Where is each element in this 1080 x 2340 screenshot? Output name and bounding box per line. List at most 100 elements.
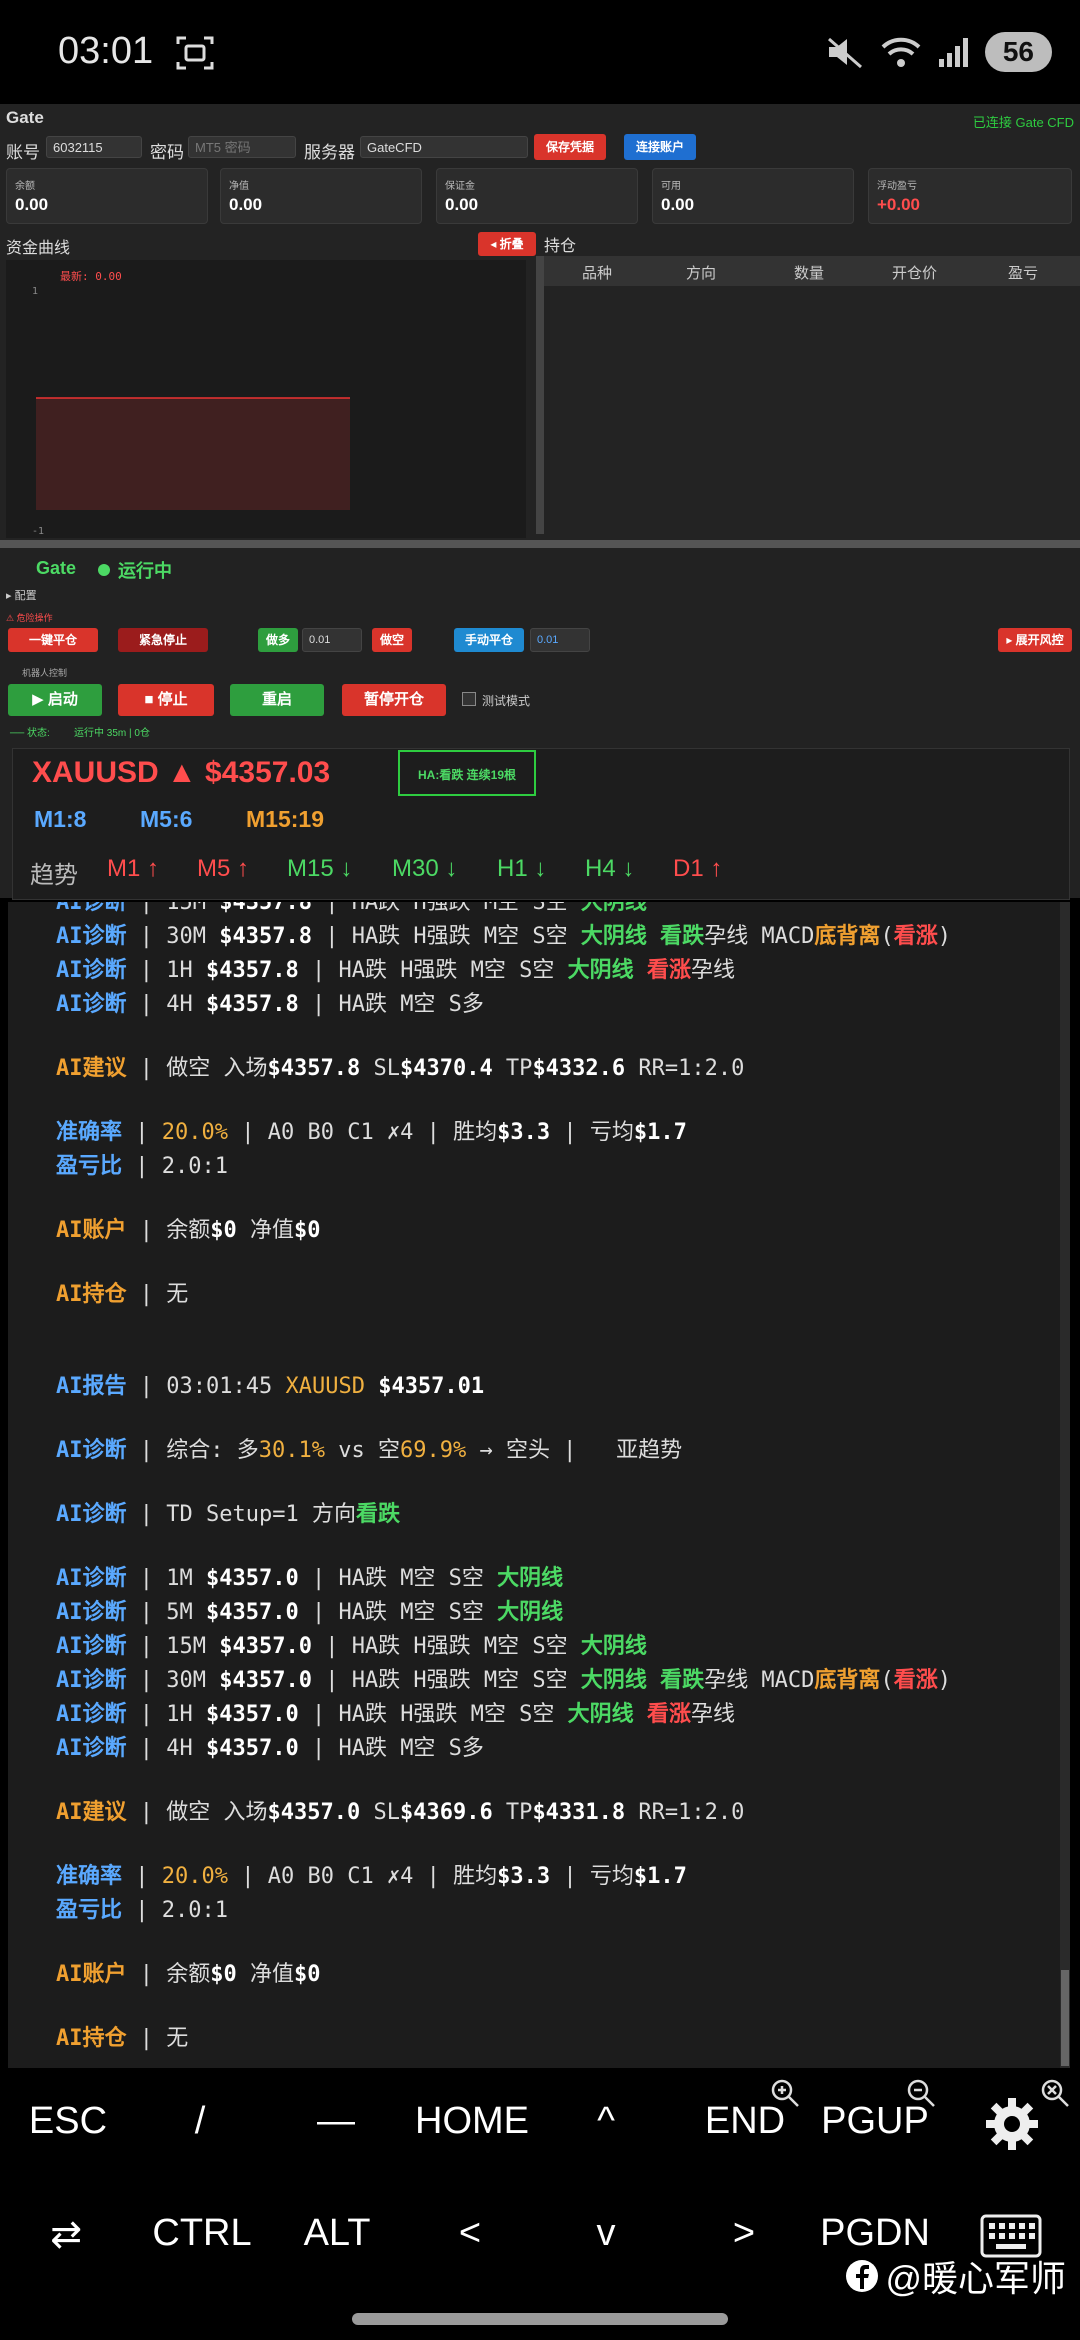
key-left[interactable]: <	[420, 2212, 520, 2255]
log-line: AI诊断 | 4H $4357.8 | HA跌 M空 S多	[56, 992, 484, 1017]
stat-available: 可用 0.00	[652, 168, 854, 224]
log-line: AI诊断 | 1H $4357.8 | HA跌 H强跌 M空 S空 大阴线 看涨…	[56, 958, 735, 983]
key-ctrl[interactable]: CTRL	[140, 2212, 264, 2255]
password-input[interactable]: MT5 密码	[188, 136, 296, 158]
connect-account-button[interactable]: 连接账户	[624, 134, 696, 160]
log-line: AI报告 | 03:01:45 XAUUSD $4357.01	[56, 1374, 485, 1399]
log-line: AI建议 | 做空 入场$4357.0 SL$4369.6 TP$4331.8 …	[56, 1800, 745, 1825]
stat-margin: 保证金 0.00	[436, 168, 638, 224]
key-slash[interactable]: /	[150, 2100, 250, 2143]
positions-title: 持仓	[544, 238, 577, 255]
ha-badge: HA:看跌 连续19根	[398, 750, 536, 796]
mute-icon	[827, 37, 862, 69]
key-right[interactable]: >	[694, 2212, 794, 2255]
save-credentials-button[interactable]: 保存凭据	[534, 134, 606, 160]
buy-button[interactable]: 做多	[258, 628, 298, 652]
running-status: 运行中	[118, 561, 172, 581]
account-label: 账号	[6, 143, 40, 162]
wifi-icon	[881, 37, 921, 67]
expand-risk-button[interactable]: ▸ 展开风控	[998, 628, 1072, 652]
log-line: 准确率 | 20.0% | A0 B0 C1 ✗4 | 胜均$3.3 | 亏均$…	[56, 1864, 687, 1889]
equity-curve-title: 资金曲线	[6, 240, 71, 257]
manual-lot-input[interactable]: 0.01	[530, 628, 590, 652]
log-line: AI诊断 | 30M $4357.0 | HA跌 H强跌 M空 S空 大阴线 看…	[56, 1668, 951, 1693]
bot-name: Gate	[36, 558, 77, 578]
log-line: 盈亏比 | 2.0:1	[56, 1898, 228, 1923]
running-dot-icon	[98, 564, 110, 576]
stat-value: 0.00	[445, 195, 479, 214]
manual-close-button[interactable]: 手动平仓	[454, 628, 524, 652]
panel-splitter[interactable]	[536, 256, 544, 534]
key-down[interactable]: v	[556, 2212, 656, 2255]
status-icons: 56	[825, 32, 1052, 72]
stat-label: 保证金	[445, 181, 475, 192]
stop-button[interactable]: ■ 停止	[118, 684, 214, 716]
log-line: AI诊断 | 15M $4357.0 | HA跌 H强跌 M空 S空 大阴线	[56, 1634, 647, 1659]
connection-status: 已连接 Gate CFD	[972, 115, 1074, 130]
settings-gear-icon[interactable]	[982, 2094, 1042, 2154]
state-label: ── 状态:	[10, 728, 50, 739]
account-input[interactable]: 6032115	[46, 136, 142, 158]
stat-label: 余额	[15, 181, 35, 192]
equity-chart: 1 -1 最新: 0.00	[6, 260, 526, 538]
latest-value-label: 最新: 0.00	[60, 269, 122, 283]
home-indicator[interactable]	[352, 2313, 728, 2325]
server-input[interactable]: GateCFD	[360, 136, 528, 158]
password-label: 密码	[150, 143, 184, 162]
equity-chart-svg: 1 -1 最新: 0.00	[32, 269, 350, 537]
stat-value: 0.00	[15, 195, 49, 214]
section-divider[interactable]	[0, 540, 1080, 548]
watermark-text: @暖心军师	[885, 2258, 1066, 2299]
trend-m5: M5 ↑	[197, 855, 250, 882]
column-header: 盈亏	[1008, 265, 1039, 282]
key-dash[interactable]: —	[286, 2100, 386, 2143]
test-mode-checkbox[interactable]	[462, 692, 476, 706]
trend-m1: M1 ↑	[107, 855, 160, 882]
log-line: AI诊断 | TD Setup=1 方向看跌	[56, 1502, 400, 1527]
trend-label: 趋势	[30, 862, 78, 889]
pause-open-button[interactable]: 暂停开仓	[342, 684, 446, 716]
restart-button[interactable]: 重启	[230, 684, 324, 716]
sell-button[interactable]: 做空	[372, 628, 412, 652]
log-line: AI诊断 | 15M $4357.8 | HA跌 H强跌 M空 S空 大阴线	[56, 902, 647, 915]
stat-label: 浮动盈亏	[877, 181, 917, 192]
key-up[interactable]: ^	[556, 2100, 656, 2143]
collapse-button[interactable]: ◂ 折叠	[478, 232, 536, 256]
facebook-icon	[846, 2260, 879, 2292]
log-line: AI诊断 | 5M $4357.0 | HA跌 M空 S空 大阴线	[56, 1600, 564, 1625]
danger-section-title: ⚠ 危险操作	[6, 613, 53, 623]
terminal-scrollbar[interactable]	[1060, 902, 1070, 2068]
robot-control-title: 机器人控制	[22, 668, 68, 678]
key-alt[interactable]: ALT	[282, 2212, 392, 2255]
key-pgup[interactable]: PGUP	[810, 2100, 940, 2143]
test-mode-label: 测试模式	[482, 694, 531, 708]
y-tick-label: -1	[32, 526, 44, 537]
stat-balance: 余额 0.00	[6, 168, 208, 224]
terminal-log[interactable]: AI诊断 | 15M $4357.8 | HA跌 H强跌 M空 S空 大阴线 A…	[8, 902, 1070, 2068]
trend-h4: H4 ↓	[585, 855, 635, 882]
equity-area	[36, 398, 350, 510]
stat-value: 0.00	[661, 195, 695, 214]
lot-input[interactable]: 0.01	[302, 628, 362, 652]
column-header: 数量	[794, 265, 825, 282]
signal-icon	[938, 38, 968, 67]
key-end[interactable]: END	[690, 2100, 800, 2143]
key-swap-icon[interactable]: ⇄	[16, 2212, 116, 2257]
start-button[interactable]: ▶ 启动	[8, 684, 102, 716]
battery-level: 56	[984, 32, 1052, 72]
server-label: 服务器	[304, 143, 355, 162]
log-line: AI诊断 | 30M $4357.8 | HA跌 H强跌 M空 S空 大阴线 看…	[56, 924, 951, 949]
close-all-button[interactable]: 一键平仓	[8, 628, 98, 652]
y-tick-label: 1	[32, 286, 38, 297]
zoom-reset-icon[interactable]	[1040, 2078, 1070, 2108]
column-header: 方向	[686, 265, 717, 282]
log-line: 盈亏比 | 2.0:1	[56, 1154, 228, 1179]
key-home[interactable]: HOME	[402, 2100, 542, 2143]
state-value: 运行中 35m | 0仓	[74, 728, 150, 739]
positions-table-header: 品种 方向 数量 开仓价 盈亏	[544, 256, 1080, 286]
key-esc[interactable]: ESC	[18, 2100, 118, 2143]
key-pgdn[interactable]: PGDN	[810, 2212, 940, 2255]
emergency-stop-button[interactable]: 紧急停止	[118, 628, 208, 652]
terminal-scroll-thumb[interactable]	[1061, 1970, 1069, 2066]
config-toggle[interactable]: ▸ 配置	[6, 587, 37, 603]
